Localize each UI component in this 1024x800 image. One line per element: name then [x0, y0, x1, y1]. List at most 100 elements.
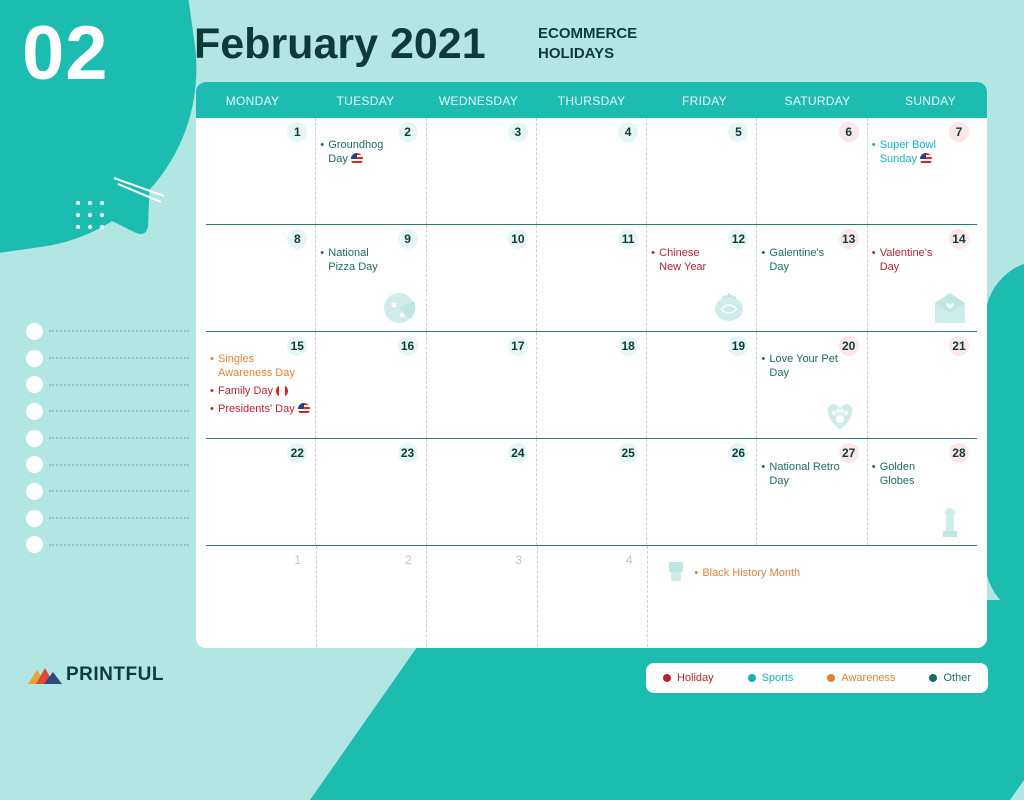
event-black-history-month[interactable]: • Black History Month: [694, 566, 800, 580]
note-bullet: [26, 509, 43, 527]
date-number: 25: [618, 443, 639, 463]
day-cell[interactable]: 26: [647, 439, 758, 545]
event-label: Love Your Pet: [769, 353, 838, 365]
day-cell[interactable]: 1: [206, 118, 317, 224]
date-number: 22: [287, 443, 308, 463]
day-cell[interactable]: 20 • Love Your Pet Day: [757, 332, 868, 438]
day-cell[interactable]: 19: [647, 332, 758, 438]
event-singles-awareness-day[interactable]: • Singles Awareness Day: [210, 352, 295, 380]
day-cell[interactable]: 10: [427, 225, 537, 331]
event-label: Groundhog: [328, 139, 384, 151]
date-number: 9: [397, 229, 418, 249]
day-cell[interactable]: 1: [206, 546, 317, 648]
note-bullet: [26, 376, 43, 394]
legend-dot: [747, 674, 756, 682]
event-label: National: [328, 247, 369, 259]
note-line: [49, 410, 189, 413]
day-cell[interactable]: 13 • Galentine's Day: [757, 225, 868, 331]
calendar: MONDAY TUESDAY WEDNESDAY THURSDAY FRIDAY…: [196, 82, 987, 648]
day-header-friday: FRIDAY: [682, 94, 727, 108]
day-cell[interactable]: 4: [537, 118, 648, 224]
event-valentines-day[interactable]: • Valentine's Day: [872, 246, 933, 274]
note-row: [26, 345, 189, 372]
day-cell[interactable]: 14 • Valentine's Day: [868, 225, 977, 331]
right-decorative-blob: [985, 260, 1024, 620]
day-cell[interactable]: 4: [538, 546, 649, 648]
day-cell[interactable]: 17: [427, 332, 537, 438]
day-cell[interactable]: 16: [316, 332, 427, 438]
date-number: 4: [625, 553, 633, 567]
day-cell[interactable]: 7 • Super Bowl Sunday: [868, 118, 977, 224]
page-subtitle: ECOMMERCE HOLIDAYS: [538, 24, 678, 64]
legend-item-holiday: Holiday: [662, 672, 714, 684]
note-bullet: [26, 349, 43, 367]
date-number: 4: [618, 122, 639, 142]
calendar-week: 1 2 3 4 • Black History Month: [206, 546, 977, 648]
day-cell[interactable]: 11: [537, 225, 648, 331]
date-number: 27: [838, 443, 859, 463]
subtitle-line-1: ECOMMERCE: [538, 25, 638, 42]
day-cell[interactable]: 22: [206, 439, 317, 545]
calendar-header: MONDAY TUESDAY WEDNESDAY THURSDAY FRIDAY…: [196, 82, 987, 118]
event-chinese-new-year[interactable]: • Chinese New Year: [651, 246, 706, 274]
event-groundhog-day[interactable]: • Groundhog Day: [320, 138, 383, 166]
event-label: Awareness Day: [218, 367, 295, 379]
note-line: [49, 383, 189, 386]
love-letter-icon: [934, 293, 965, 323]
event-family-day[interactable]: • Family Day: [210, 384, 289, 398]
day-cell[interactable]: 25: [537, 439, 648, 545]
event-national-retro-day[interactable]: • National Retro Day: [761, 460, 839, 488]
day-cell[interactable]: 28 • Golden Globes: [868, 439, 977, 545]
event-label: New Year: [659, 261, 707, 273]
event-label: Day: [769, 367, 789, 379]
note-row: [26, 425, 189, 452]
date-number: 28: [948, 443, 969, 463]
event-galentines-day[interactable]: • Galentine's Day: [761, 246, 824, 274]
day-cell[interactable]: 24: [427, 439, 537, 545]
day-cell[interactable]: 5: [647, 118, 758, 224]
day-header-saturday: SATURDAY: [784, 94, 851, 108]
day-cell[interactable]: 6: [757, 118, 868, 224]
day-cell[interactable]: 23: [316, 439, 427, 545]
day-cell[interactable]: 2 • Groundhog Day: [316, 118, 427, 224]
month-event-cell[interactable]: • Black History Month: [648, 546, 977, 648]
day-header-wednesday: WEDNESDAY: [438, 94, 519, 108]
day-cell[interactable]: 3: [427, 546, 538, 648]
day-cell[interactable]: 9 • National Pizza Day: [316, 225, 427, 331]
date-number: 23: [397, 443, 418, 463]
legend-label: Sports: [761, 672, 794, 684]
date-number: 14: [948, 229, 969, 249]
lantern-icon: [715, 293, 744, 321]
date-number: 5: [728, 122, 749, 142]
legend-item-sports: Sports: [747, 672, 794, 684]
event-presidents-day[interactable]: • Presidents' Day: [210, 402, 310, 416]
event-label: Golden: [879, 461, 916, 473]
date-number: 7: [948, 122, 969, 142]
date-number: 21: [948, 336, 969, 356]
day-cell[interactable]: 18: [537, 332, 648, 438]
event-golden-globes[interactable]: • Golden Globes: [872, 460, 915, 488]
day-cell[interactable]: 15 • Singles Awareness Day • Family Day • Pr…: [206, 332, 317, 438]
note-row: [26, 451, 189, 478]
day-cell[interactable]: 3: [427, 118, 537, 224]
day-cell[interactable]: 8: [206, 225, 317, 331]
legend-label: Holiday: [676, 672, 714, 684]
event-label: Galentine's: [769, 247, 825, 259]
event-label: Day: [879, 261, 900, 273]
day-cell[interactable]: 12 • Chinese New Year: [647, 225, 758, 331]
event-super-bowl-sunday[interactable]: • Super Bowl Sunday: [872, 138, 936, 166]
event-label: Globes: [879, 475, 915, 487]
legend-item-other: Other: [929, 672, 971, 684]
date-number: 16: [397, 336, 418, 356]
day-cell[interactable]: 2: [317, 546, 428, 648]
legend-item-awareness: Awareness: [827, 672, 896, 684]
day-cell[interactable]: 21: [868, 332, 977, 438]
day-header-monday: MONDAY: [225, 94, 280, 108]
legend-dot: [827, 674, 836, 682]
date-number: 13: [838, 229, 859, 249]
calendar-grid: 1 2 • Groundhog Day 3 4 5 6 7 • Super Bowl S…: [196, 118, 987, 648]
event-love-your-pet-day[interactable]: • Love Your Pet Day: [761, 352, 838, 380]
day-cell[interactable]: 27 • National Retro Day: [757, 439, 868, 545]
date-number: 3: [507, 122, 528, 142]
event-national-pizza-day[interactable]: • National Pizza Day: [320, 246, 378, 274]
